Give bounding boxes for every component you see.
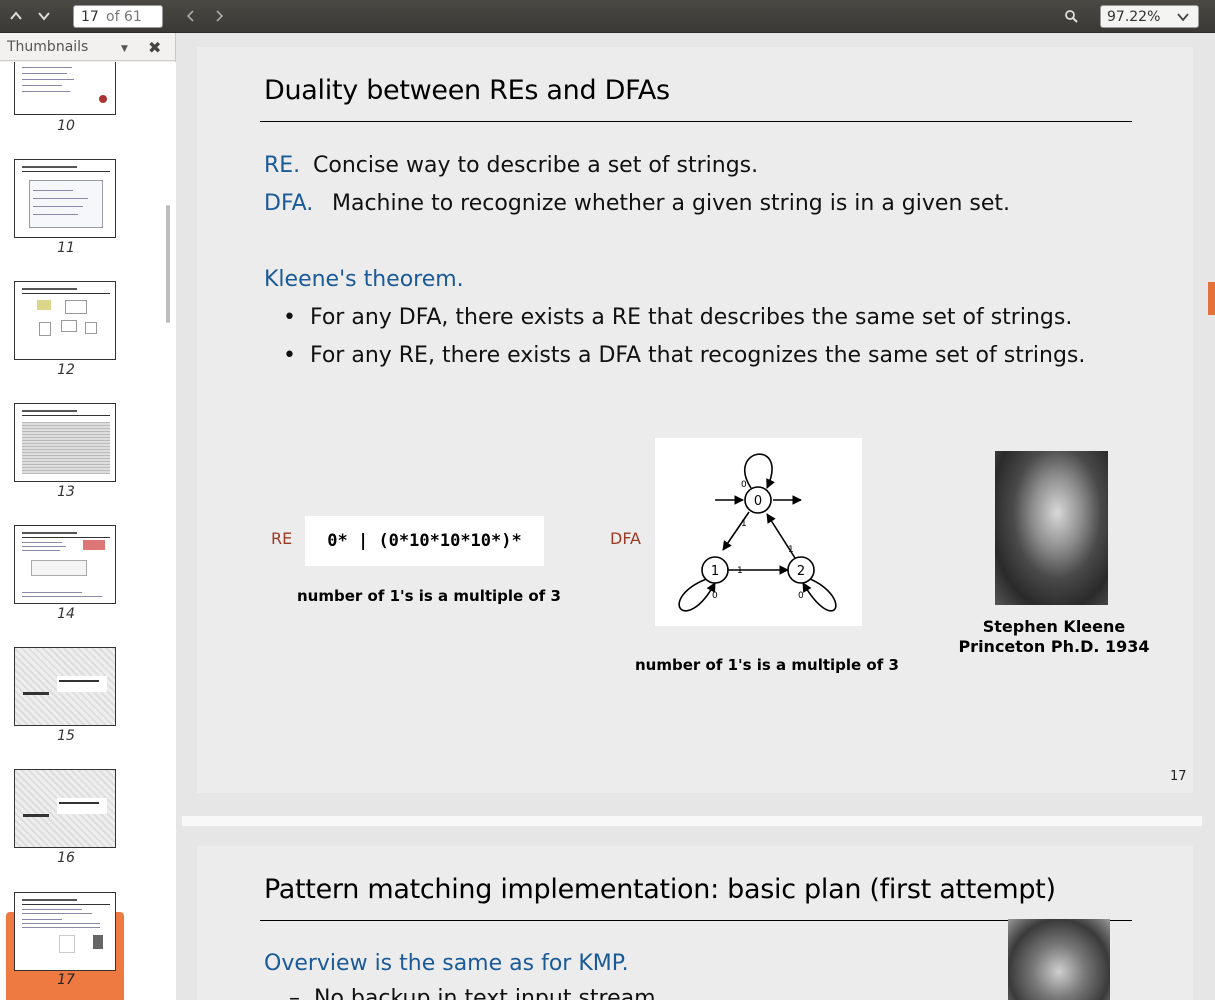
overview-heading: Overview is the same as for KMP. [264,951,629,976]
thumbnail-number: 12 [57,362,75,378]
close-icon[interactable]: ✖ [148,38,161,57]
author-photo [1008,919,1110,1000]
forward-button[interactable] [206,4,232,28]
re-caption: number of 1's is a multiple of 3 [297,587,561,605]
dfa-edge-label: 0 [798,591,804,601]
slide-title: Duality between REs and DFAs [264,75,670,106]
title-rule [260,920,1132,921]
dfa-diagram: 0 1 2 0 1 1 1 0 0 [655,438,862,626]
bullet-item: • For any RE, there exists a DFA that re… [283,343,1086,368]
photo-name: Stephen Kleene [982,617,1126,636]
thumbnail-page-11[interactable] [14,159,116,238]
thumbnail-page-10[interactable] [14,62,116,115]
thumbnail-number: 14 [57,606,75,622]
chevron-left-icon [186,10,194,22]
theorem-heading: Kleene's theorem. [264,267,464,292]
toolbar: 17 of 61 97.22% [0,0,1215,33]
thumbnail-page-12[interactable] [14,281,116,360]
dfa-caption: number of 1's is a multiple of 3 [635,656,899,674]
dfa-state-label: 0 [754,494,762,509]
search-icon [1065,10,1078,23]
scroll-position-marker[interactable] [1208,282,1215,315]
dfa-definition: Machine to recognize whether a given str… [332,191,1010,216]
document-view[interactable]: Duality between REs and DFAs RE. Concise… [177,33,1215,1000]
dfa-edge-label: 0 [712,591,718,601]
photo-affiliation: Princeton Ph.D. 1934 [958,637,1150,656]
search-button[interactable] [1058,4,1084,28]
chevron-down-icon [38,12,50,21]
dfa-label: DFA [610,529,641,548]
chevron-up-icon [10,11,22,20]
thumbnail-page-16[interactable] [14,769,116,848]
page-number-field[interactable]: 17 of 61 [73,5,163,28]
dfa-edge-label: 1 [737,566,743,576]
thumbnail-number: 10 [57,118,75,134]
dfa-state-label: 2 [797,564,805,579]
chevron-down-icon [1177,13,1189,22]
photo-caption: Stephen Kleene Princeton Ph.D. 1934 [954,617,1154,657]
title-rule [260,121,1132,122]
sidebar-title: Thumbnails [7,39,89,55]
zoom-value: 97.22% [1107,8,1161,25]
thumbnail-number: 15 [57,728,75,744]
thumbnail-page-15[interactable] [14,647,116,726]
dfa-edge-label: 1 [788,545,794,555]
sidebar-mode-dropdown-icon[interactable]: ▼ [121,44,128,54]
thumbnails-sidebar: Thumbnails ▼ ✖ 10 11 12 13 14 15 16 17 [0,33,176,1000]
back-button[interactable] [178,4,204,28]
thumbnail-number: 17 [57,972,75,988]
kleene-photo [995,451,1108,605]
chevron-right-icon [216,10,224,22]
bullet-item: • For any DFA, there exists a RE that de… [283,305,1073,330]
next-page-button[interactable] [31,4,57,28]
page-total: of 61 [106,8,142,25]
dfa-edge-label: 1 [741,519,747,529]
sidebar-header: Thumbnails ▼ ✖ [0,33,176,61]
thumbnail-page-14[interactable] [14,525,116,604]
re-label: RE [271,529,293,548]
page-current[interactable]: 17 [74,9,106,25]
dfa-term: DFA. [264,191,314,216]
previous-page-button[interactable] [3,4,29,28]
re-expression: 0* | (0*10*10*10*)* [305,516,544,566]
thumbnail-number: 16 [57,850,75,866]
thumbnail-number: 13 [57,484,75,500]
dfa-edge-label: 0 [741,480,747,490]
page-gap [182,816,1202,826]
thumbnail-list[interactable]: 10 11 12 13 14 15 16 17 [0,62,176,1000]
slide-page-number: 17 [1170,769,1187,784]
slide-page-17: Duality between REs and DFAs RE. Concise… [197,47,1193,793]
re-term: RE. [264,153,301,178]
bullet-item: – No backup in text input stream. [289,986,663,1000]
dfa-state-label: 1 [711,564,719,579]
thumbnail-page-17[interactable] [14,892,116,971]
zoom-select[interactable]: 97.22% [1100,5,1199,28]
thumbnail-page-13[interactable] [14,403,116,482]
sidebar-scrollbar[interactable] [166,205,170,323]
re-definition: Concise way to describe a set of strings… [313,153,759,178]
thumbnail-number: 11 [57,240,75,256]
slide-title: Pattern matching implementation: basic p… [264,874,1056,905]
